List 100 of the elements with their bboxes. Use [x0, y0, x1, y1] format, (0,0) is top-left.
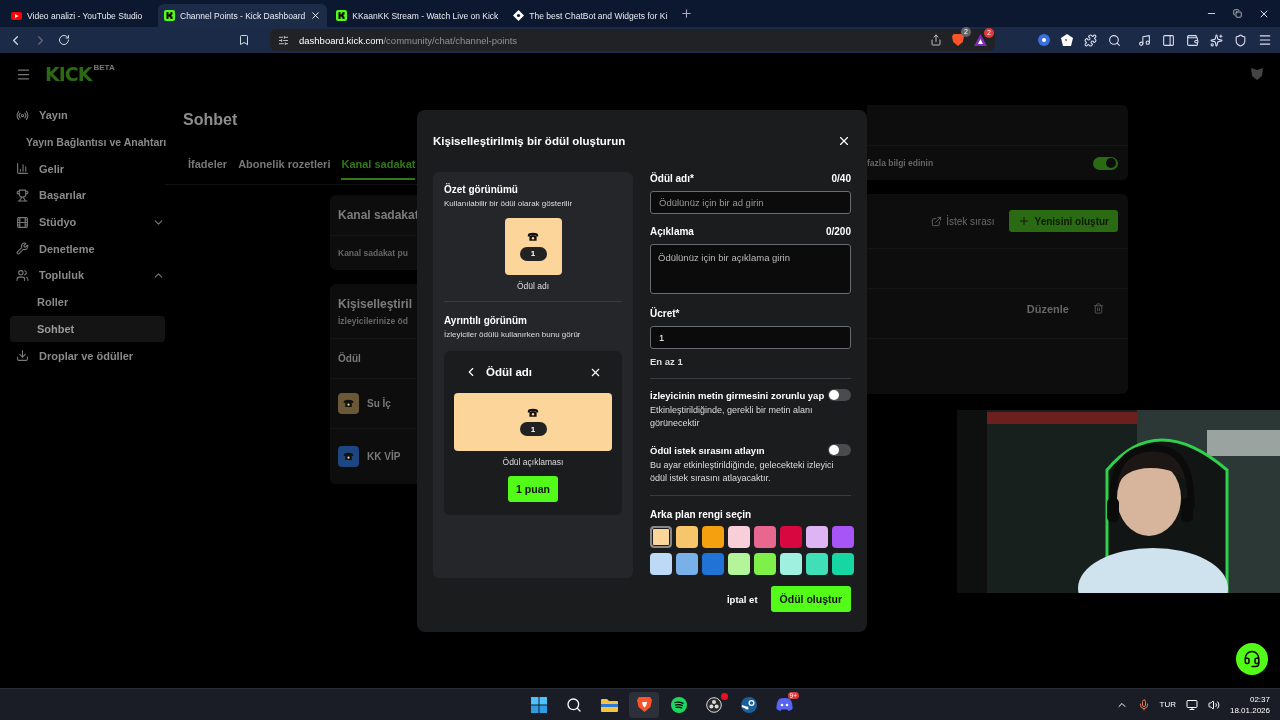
sidebar-icon[interactable]	[1162, 33, 1175, 47]
support-button[interactable]	[1236, 643, 1268, 675]
sidebar-item[interactable]: Topluluk	[0, 262, 165, 289]
sidebar-item[interactable]: Sohbet	[10, 315, 165, 343]
page-tab[interactable]: Kanal sadakat	[341, 147, 416, 180]
sidebar-item[interactable]: Gelir	[0, 155, 165, 183]
points-button[interactable]: 1 puan	[508, 476, 558, 502]
square-logo-icon	[164, 10, 175, 21]
reward-name: Ödül adı	[516, 281, 550, 291]
trophy-icon	[16, 188, 29, 202]
color-swatch[interactable]	[728, 526, 750, 548]
toggle-description: Bu ayar etkinleştirildiğinde, gelecekteki izleyici ödül istek sırasını atlayacaktır.	[650, 459, 835, 485]
browser-tab[interactable]: KKaanKK Stream - Watch Live on Kick	[330, 4, 505, 27]
share-icon[interactable]	[930, 34, 942, 46]
cost-field[interactable]: 1	[650, 326, 851, 349]
description-field[interactable]: Ödülünüz için bir açıklama girin	[650, 244, 851, 294]
close-icon[interactable]	[310, 10, 322, 21]
sidebar-item[interactable]: Denetleme	[0, 235, 165, 263]
wallet-icon[interactable]	[1186, 33, 1199, 47]
reload-icon[interactable]	[58, 34, 70, 46]
reward-name: KK VİP	[367, 451, 401, 462]
chat-bubble-icon[interactable]	[775, 698, 793, 711]
bookmark-icon[interactable]	[238, 34, 250, 46]
sidebar-item[interactable]: Stüdyo	[0, 208, 165, 236]
play-icon	[11, 11, 22, 20]
color-swatch[interactable]	[650, 553, 672, 575]
browser-tab[interactable]: Channel Points - Kick Dashboard	[158, 4, 328, 27]
folder-icon[interactable]	[600, 697, 618, 712]
triangle-icon[interactable]	[974, 34, 987, 46]
search-icon[interactable]	[566, 696, 582, 713]
link-text[interactable]: fazla bilgi edinin	[867, 158, 1085, 168]
field-hint: En az 1	[650, 356, 684, 367]
page-tab[interactable]: İfadeler	[188, 147, 228, 180]
toggle-description: Etkinleştirildiğinde, gerekli bir metin alanı görünecektir	[650, 404, 814, 430]
browser-tab[interactable]: Video analizi - YouTube Studio	[5, 4, 155, 27]
toggle-switch[interactable]	[828, 444, 851, 456]
telephone-icon	[527, 407, 539, 418]
close-icon[interactable]	[837, 134, 851, 148]
sidebar-item[interactable]: Yayın	[0, 102, 165, 129]
sidebar-item[interactable]: Başarılar	[0, 182, 165, 209]
search-icon[interactable]	[1108, 33, 1121, 47]
film-icon	[16, 215, 29, 229]
color-swatch[interactable]	[676, 526, 698, 548]
microphone-icon[interactable]	[1137, 698, 1150, 711]
headset-icon	[1243, 650, 1261, 668]
record-circle-icon[interactable]	[706, 696, 722, 713]
windows-icon[interactable]	[531, 696, 547, 713]
toggle-switch[interactable]	[1093, 156, 1118, 170]
sidebar-item[interactable]: Roller	[10, 288, 165, 316]
section-title: Ayrıntılı görünüm	[444, 315, 528, 326]
card-title: Kanal sadakat	[338, 208, 419, 222]
color-swatch[interactable]	[650, 526, 672, 548]
color-swatch[interactable]	[702, 553, 724, 575]
color-swatch[interactable]	[754, 553, 776, 575]
extension-icon[interactable]	[1038, 34, 1050, 46]
shield-icon[interactable]	[1234, 33, 1247, 47]
restore-icon[interactable]	[1233, 9, 1242, 18]
page-title: Sohbet	[182, 110, 239, 130]
edit-button[interactable]: Düzenle	[1026, 303, 1069, 315]
logo[interactable]: KICK	[45, 63, 92, 85]
color-swatch[interactable]	[780, 553, 802, 575]
create-button[interactable]: Ödül oluştur	[770, 586, 851, 612]
card-subtitle: İzleyicilerinize öd	[338, 315, 409, 326]
music-icon[interactable]	[1138, 33, 1151, 47]
toggle-switch[interactable]	[828, 389, 851, 401]
users-icon	[16, 268, 29, 282]
color-swatch[interactable]	[702, 526, 724, 548]
reward-description: Ödül açıklaması	[502, 457, 564, 467]
sparkle-icon[interactable]	[1210, 33, 1223, 47]
speaker-icon[interactable]	[1207, 698, 1220, 711]
sound-circle-icon[interactable]	[671, 696, 687, 713]
menu-icon[interactable]	[16, 66, 31, 82]
menu-icon[interactable]	[1258, 33, 1272, 47]
column-header: Ödül	[338, 353, 361, 364]
color-swatch[interactable]	[676, 553, 698, 575]
taskbar-app[interactable]	[629, 691, 659, 718]
color-swatch[interactable]	[728, 553, 750, 575]
sidebar-item[interactable]: Yayın Bağlantısı ve Anahtarı	[10, 128, 171, 156]
name-field[interactable]: Ödülünüz için bir ad girin	[650, 191, 851, 214]
section-subtitle: Kullanılabilir bir ödül olarak gösterilir	[444, 199, 574, 208]
color-swatch[interactable]	[832, 526, 854, 548]
sidebar-item[interactable]: Droplar ve ödüller	[0, 342, 165, 369]
page-tab[interactable]: Abonelik rozetleri	[238, 147, 331, 180]
browser-tab[interactable]: The best ChatBot and Widgets for Ki	[507, 4, 674, 27]
color-swatch[interactable]	[780, 526, 802, 548]
new-tab-icon[interactable]	[680, 7, 694, 20]
color-swatch[interactable]	[754, 526, 776, 548]
color-swatch[interactable]	[806, 553, 828, 575]
clock[interactable]: 02:37 18.01.2026	[1229, 694, 1270, 715]
cancel-button[interactable]: İptal et	[726, 589, 758, 609]
language-indicator[interactable]: TUR	[1159, 700, 1176, 709]
color-swatch[interactable]	[806, 526, 828, 548]
external-link-icon	[931, 215, 943, 227]
color-swatch[interactable]	[832, 553, 854, 575]
queue-link[interactable]: İstek sırası	[931, 215, 995, 227]
setting-text: Kanal sadakat pu	[338, 248, 408, 258]
shield-logo-icon[interactable]	[636, 696, 652, 713]
puzzle-icon[interactable]	[1084, 33, 1097, 47]
logo-tag: BETA	[93, 63, 115, 72]
field-label: Ücret*	[650, 308, 680, 319]
